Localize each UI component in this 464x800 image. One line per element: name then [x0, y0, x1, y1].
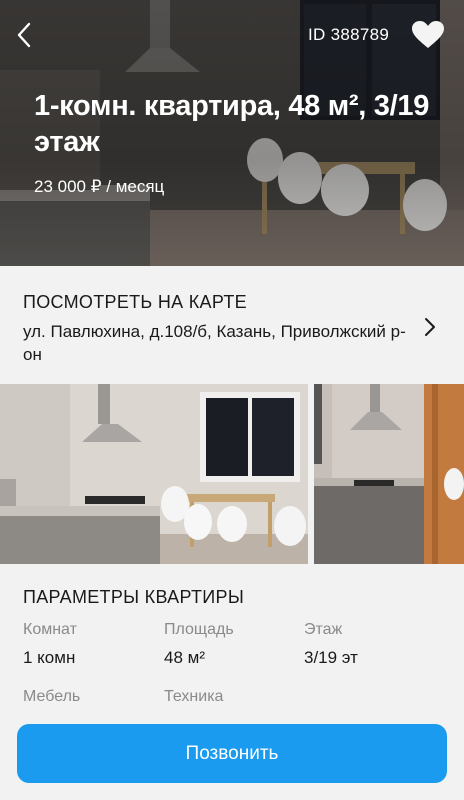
param-appliances: Техника — [164, 688, 223, 706]
apartment-parameters: ПАРАМЕТРЫ КВАРТИРЫ Комнат 1 комн Площадь… — [0, 564, 464, 714]
back-chevron-icon — [17, 22, 31, 48]
hero-header: ID 388789 1-комн. квартира, 48 м², 3/19 … — [0, 0, 464, 266]
param-label: Комнат — [23, 621, 77, 638]
listing-title: 1-комн. квартира, 48 м², 3/19 этаж — [34, 90, 430, 158]
gallery-photo[interactable] — [314, 384, 464, 564]
param-floor: Этаж 3/19 эт — [304, 621, 358, 668]
chevron-right-icon — [425, 318, 435, 336]
params-heading: ПАРАМЕТРЫ КВАРТИРЫ — [23, 587, 245, 607]
call-button[interactable]: Позвонить — [17, 724, 447, 783]
param-label: Техника — [164, 688, 224, 705]
view-on-map-row[interactable]: ПОСМОТРЕТЬ НА КАРТЕ ул. Павлюхина, д.108… — [0, 266, 464, 384]
kitchen-photo-image — [0, 384, 308, 564]
param-area: Площадь 48 м² — [164, 621, 234, 668]
photo-gallery[interactable] — [0, 384, 464, 564]
listing-id: ID 388789 — [308, 25, 390, 44]
param-label: Мебель — [23, 688, 81, 705]
back-button[interactable] — [10, 18, 38, 52]
param-label: Этаж — [304, 621, 343, 638]
param-value: 1 комн — [23, 648, 76, 667]
favorite-button[interactable] — [411, 20, 445, 52]
param-furniture: Мебель — [23, 688, 80, 706]
gallery-photo[interactable] — [0, 384, 308, 564]
map-heading: ПОСМОТРЕТЬ НА КАРТЕ — [23, 292, 247, 312]
param-label: Площадь — [164, 621, 234, 638]
param-value: 48 м² — [164, 648, 205, 667]
kitchen-photo-image — [314, 384, 464, 564]
param-value: 3/19 эт — [304, 648, 358, 667]
listing-price: 23 000 ₽ / месяц — [34, 177, 165, 196]
heart-icon — [412, 21, 444, 48]
param-rooms: Комнат 1 комн — [23, 621, 77, 668]
listing-address: ул. Павлюхина, д.108/б, Казань, Приволжс… — [23, 322, 406, 364]
